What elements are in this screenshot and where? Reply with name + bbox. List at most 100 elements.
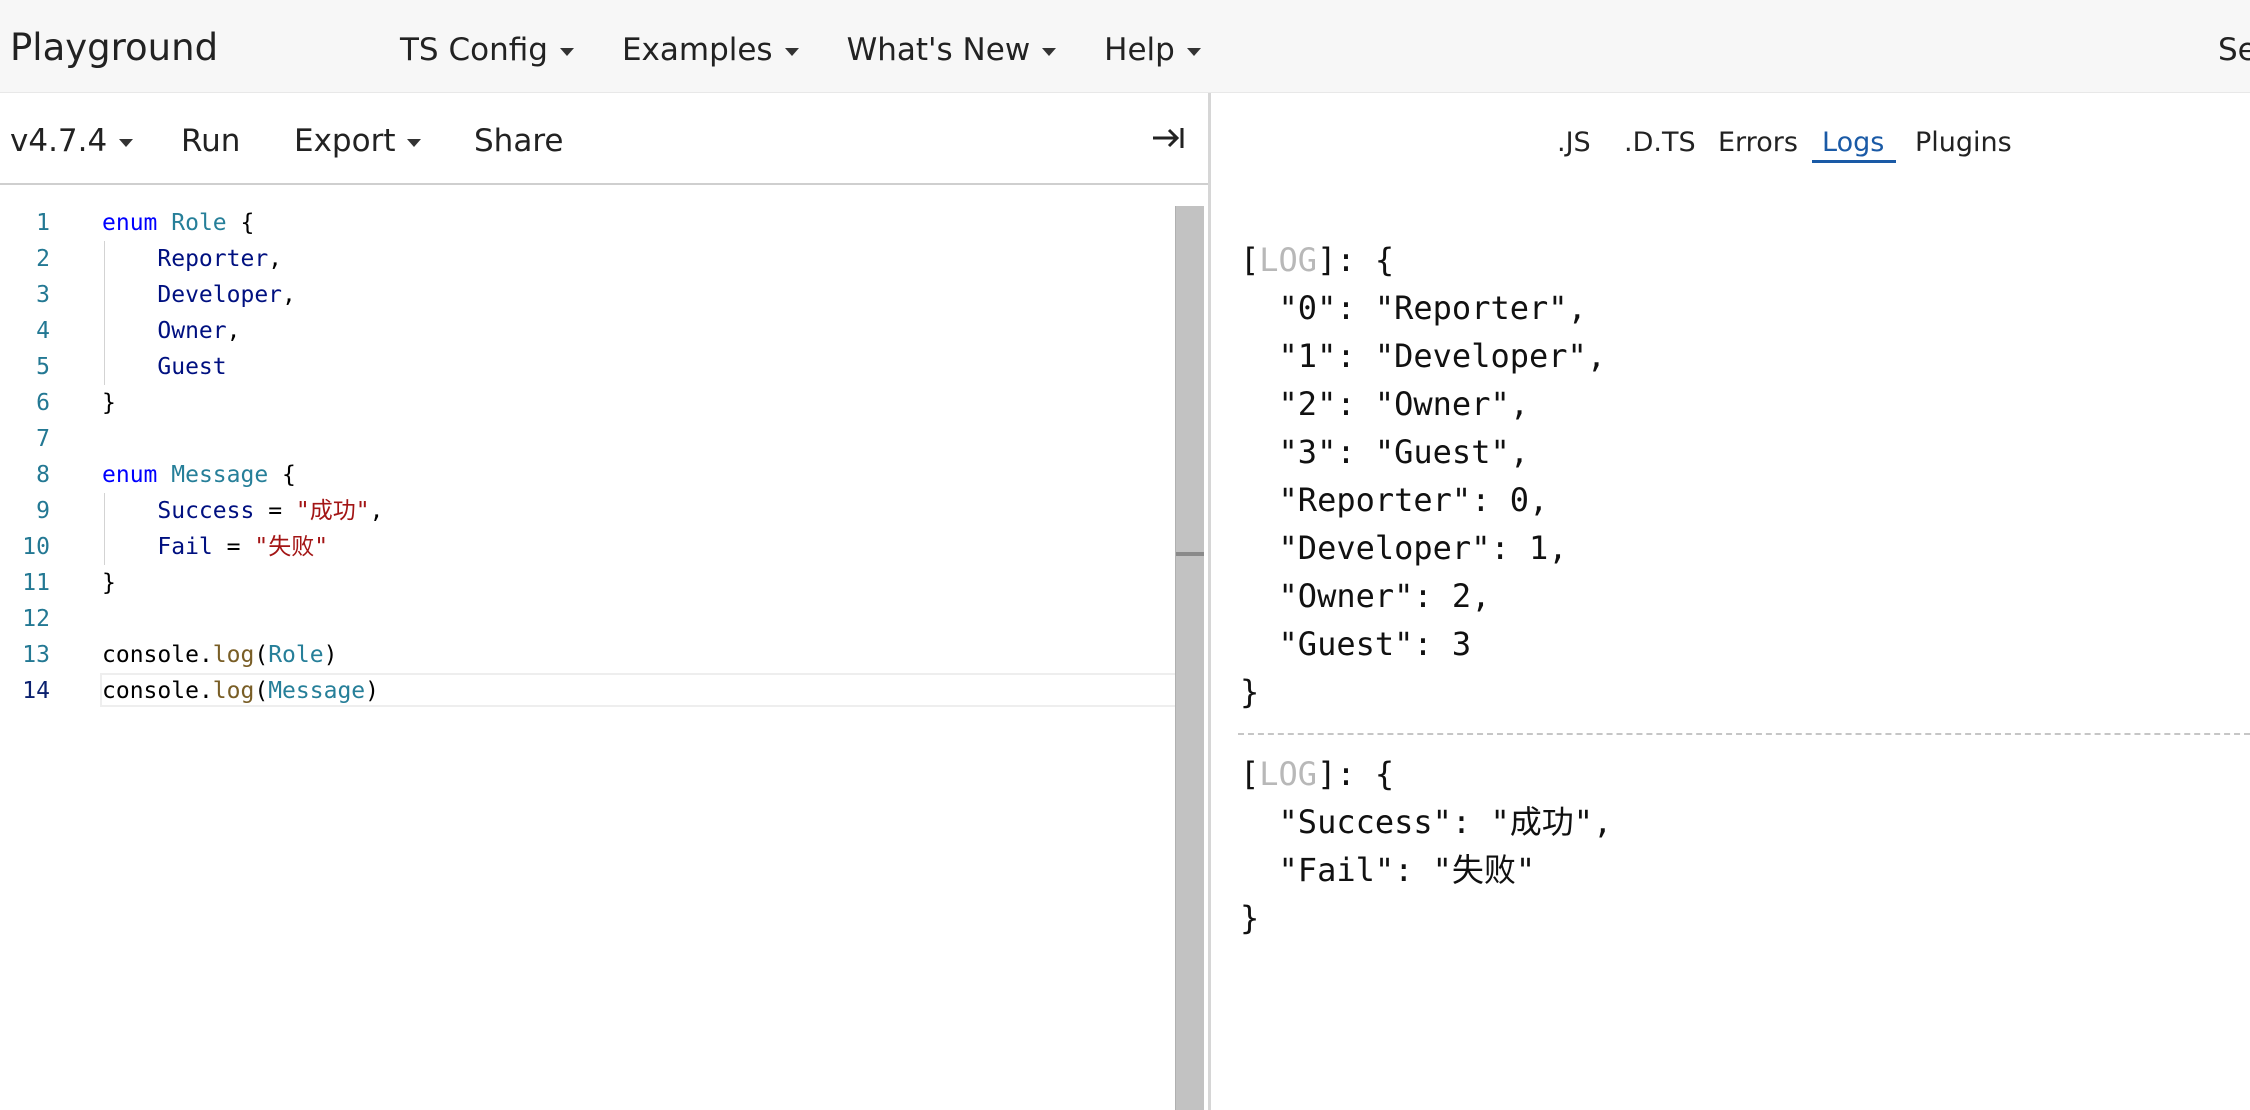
chevron-down-icon: [119, 138, 134, 147]
code-token: {: [282, 462, 296, 488]
chevron-down-icon: [407, 138, 422, 147]
line-number: 4: [36, 318, 50, 344]
log-tag: LOG: [1259, 755, 1318, 793]
chevron-down-icon: [559, 47, 574, 56]
log-line: "Reporter": 0,: [1278, 481, 1549, 519]
code-line[interactable]: 6 }: [0, 385, 1200, 421]
share-button[interactable]: Share: [474, 123, 563, 159]
code-line[interactable]: 11 }: [0, 565, 1200, 601]
code-line[interactable]: 12: [0, 601, 1200, 637]
nav-menu: TS Config Examples What's New Help: [400, 32, 1201, 68]
code-editor[interactable]: 1 enum Role { 2 Reporter, 3 Developer, 4…: [0, 185, 1208, 1110]
pane-divider[interactable]: [1208, 93, 1211, 1110]
tab-dts[interactable]: .D.TS: [1624, 127, 1696, 158]
code-line[interactable]: 9 Success = "成功",: [0, 493, 1200, 529]
line-number: 12: [22, 606, 50, 632]
log-line: "2": "Owner",: [1278, 385, 1529, 423]
code-token: Reporter: [157, 246, 269, 272]
tab-errors[interactable]: Errors: [1718, 127, 1798, 158]
scrollbar-position-marker: [1176, 552, 1204, 556]
code-line[interactable]: 2 Reporter,: [0, 241, 1200, 277]
code-line[interactable]: 5 Guest: [0, 349, 1200, 385]
code-token: Role: [171, 210, 227, 236]
line-number: 8: [36, 462, 50, 488]
code-token: "失败": [254, 534, 329, 560]
tab-logs[interactable]: Logs: [1822, 127, 1884, 158]
code-line[interactable]: 8 enum Message {: [0, 457, 1200, 493]
nav-examples[interactable]: Examples: [622, 32, 799, 68]
editor-toolbar: v4.7.4 Run Export Share: [0, 93, 1208, 185]
log-line: "Developer": 1,: [1278, 529, 1568, 567]
log-line: "1": "Developer",: [1278, 337, 1607, 375]
nav-help[interactable]: Help: [1104, 32, 1201, 68]
log-line: "0": "Reporter",: [1278, 289, 1587, 327]
chevron-down-icon: [784, 47, 799, 56]
run-button[interactable]: Run: [181, 123, 240, 159]
editor-scrollbar[interactable]: [1175, 206, 1204, 1110]
code-token: }: [102, 390, 116, 416]
code-line[interactable]: 3 Developer,: [0, 277, 1200, 313]
code-line[interactable]: 4 Owner,: [0, 313, 1200, 349]
line-number: 7: [36, 426, 50, 452]
version-label: v4.7.4: [10, 123, 108, 159]
version-select[interactable]: v4.7.4: [10, 123, 134, 159]
tab-js[interactable]: .JS: [1557, 127, 1591, 158]
code-token: enum: [102, 210, 158, 236]
line-number: 6: [36, 390, 50, 416]
nav-whats-new-label: What's New: [846, 32, 1031, 68]
output-tabs: .JS .D.TS Errors Logs Plugins: [1211, 93, 2250, 185]
code-token: {: [240, 210, 255, 236]
log-line: "Owner": 2,: [1278, 577, 1491, 615]
code-token: Message: [171, 462, 269, 488]
brand-title[interactable]: Playground: [10, 26, 218, 69]
log-line: "Guest": 3: [1278, 625, 1472, 663]
code-token: ,: [282, 282, 296, 308]
log-entry: [LOG]: { "Success": "成功", "Fail": "失败" }: [1240, 755, 1613, 937]
code-token: (: [254, 642, 269, 668]
code-token: Role: [268, 642, 324, 668]
code-token: Fail: [157, 534, 213, 560]
code-line[interactable]: 14 console.log(Message): [0, 673, 1200, 709]
log-separator: [1238, 733, 2250, 735]
log-line: "3": "Guest",: [1278, 433, 1529, 471]
log-line: "Success": "成功",: [1278, 803, 1613, 841]
nav-whats-new[interactable]: What's New: [847, 32, 1057, 68]
code-token: (: [254, 678, 269, 704]
log-line: "Fail": "失败": [1278, 851, 1536, 889]
tab-plugins[interactable]: Plugins: [1915, 127, 2012, 158]
code-token: ,: [369, 498, 384, 524]
code-token: =: [268, 498, 283, 524]
code-line[interactable]: 13 console.log(Role): [0, 637, 1200, 673]
line-number: 14: [22, 678, 50, 704]
line-number: 1: [36, 210, 50, 236]
search-link-clipped[interactable]: Se: [2218, 32, 2250, 68]
log-line: [LOG]: {: [1240, 241, 1395, 279]
code-token: ,: [268, 246, 283, 272]
nav-examples-label: Examples: [621, 32, 773, 68]
log-tag: LOG: [1259, 241, 1318, 279]
code-token: "成功": [295, 498, 370, 524]
code-token: log: [212, 678, 255, 704]
nav-ts-config[interactable]: TS Config: [400, 32, 574, 68]
code-token: Message: [268, 678, 366, 704]
code-line[interactable]: 10 Fail = "失败": [0, 529, 1200, 565]
sidebar-collapse-icon[interactable]: [1150, 121, 1186, 155]
code-token: ,: [226, 318, 241, 344]
code-token: console: [102, 678, 199, 704]
top-nav: Playground TS Config Examples What's New…: [0, 0, 2250, 93]
line-number: 2: [36, 246, 50, 272]
line-number: 3: [36, 282, 50, 308]
code-token: Success: [157, 498, 255, 524]
line-number: 13: [22, 642, 50, 668]
nav-help-label: Help: [1104, 32, 1175, 68]
export-menu[interactable]: Export: [294, 123, 422, 159]
code-line[interactable]: 7: [0, 421, 1200, 457]
code-token: ): [323, 642, 338, 668]
code-token: }: [102, 570, 116, 596]
line-number: 11: [22, 570, 50, 596]
nav-ts-config-label: TS Config: [400, 32, 548, 68]
log-entry: [LOG]: { "0": "Reporter", "1": "Develope…: [1240, 241, 1607, 711]
code-line[interactable]: 1 enum Role {: [0, 205, 1200, 241]
log-line: [LOG]: {: [1240, 755, 1395, 793]
code-token: ): [365, 678, 379, 704]
